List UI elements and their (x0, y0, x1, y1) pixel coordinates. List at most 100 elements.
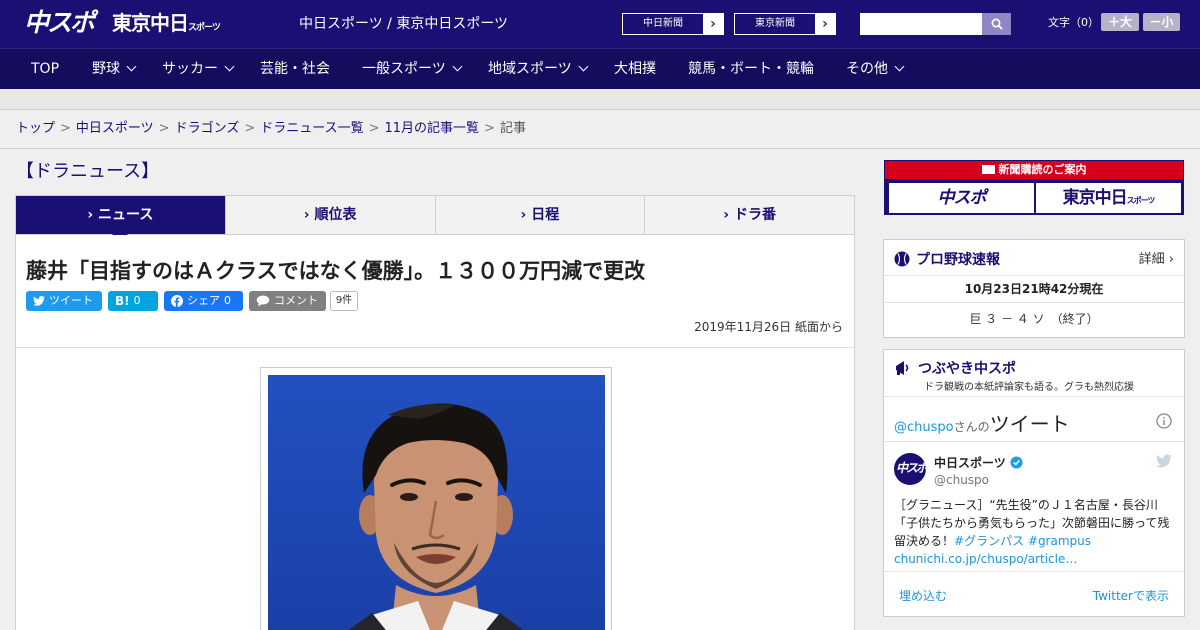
breadcrumb-link-dragons[interactable]: ドラゴンズ (175, 121, 240, 136)
tweet-text: ［グラニュース］“先生役”のＪ１名古屋・長谷川「子供たちから勇気もらった」次節磐… (894, 496, 1176, 568)
breadcrumb-link-november[interactable]: 11月の記事一覧 (385, 121, 480, 136)
subscribe-tokyo-chunichi-button[interactable]: 東京中日スポーツ (1036, 183, 1181, 213)
nav-label: 地域スポーツ (488, 61, 572, 77)
nav-item-soccer[interactable]: サッカー (162, 49, 235, 89)
nav-item-sumo[interactable]: 大相撲 (614, 49, 656, 89)
article-photo-frame (260, 367, 612, 630)
header-strip (0, 89, 1200, 110)
tweet-author-handle[interactable]: @chuspo (934, 473, 989, 487)
article-divider (16, 347, 854, 348)
facebook-share-button[interactable]: シェア 0 (164, 291, 243, 311)
tab-reporter[interactable]: › ドラ番 (645, 196, 854, 234)
twitter-bird-icon (33, 296, 45, 306)
baseball-icon (894, 251, 910, 267)
baseball-scores-title: プロ野球速報 (916, 252, 1000, 268)
tokyo-logo-small: スポーツ (188, 23, 221, 33)
nav-label: 競馬・ボート・競輪 (688, 61, 814, 77)
nav-label: TOP (31, 61, 60, 77)
info-icon[interactable] (1156, 413, 1172, 429)
speech-bubble-icon (256, 295, 270, 307)
article: 藤井「目指すのはＡクラスではなく優勝」。１３００万円減で更改 ツイート B! 0… (15, 235, 855, 630)
breadcrumb-separator: > (484, 121, 495, 136)
verified-badge-icon (1010, 456, 1023, 469)
tab-label: ドラ番 (733, 207, 776, 223)
chevron-right-icon: › (87, 207, 99, 223)
breadcrumb-link-chuspo[interactable]: 中日スポーツ (76, 121, 154, 136)
baseball-timestamp: 10月23日21時42分現在 (964, 282, 1104, 296)
view-on-twitter-link[interactable]: Twitterで表示 (1093, 587, 1169, 604)
twitter-box: つぶやき中スポ ドラ観戦の本紙評論家も語る。グラも熱烈応援 @chuspoさんの… (883, 349, 1185, 617)
facebook-share-label: シェア (187, 294, 220, 307)
chevron-right-icon: › (723, 207, 734, 223)
chevron-down-icon (578, 61, 589, 72)
subscription-title: 新聞購読のご案内 (885, 161, 1183, 179)
breadcrumb: トップ > 中日スポーツ > ドラゴンズ > ドラニュース一覧 >11月の記事一覧 > 記事 (16, 120, 526, 138)
hatena-bookmark-button[interactable]: B! 0 (108, 291, 158, 311)
nav-label: 野球 (92, 61, 120, 77)
breadcrumb-link-top[interactable]: トップ (16, 121, 55, 136)
section-title: 【ドラニュース】 (16, 161, 160, 182)
tweet-author[interactable]: 中日スポーツ (934, 454, 1023, 471)
facebook-share-count: 0 (224, 294, 231, 307)
text-size-down-button[interactable]: －小 (1143, 13, 1180, 31)
chevron-right-icon: › (703, 14, 723, 34)
subscribe-chuspo-button[interactable]: 中スポ (889, 183, 1034, 213)
publish-date: 2019年11月26日 紙面から (694, 320, 843, 334)
portrait-illustration (268, 375, 605, 630)
hatena-icon: B! (115, 294, 130, 308)
comment-label: コメント (274, 294, 318, 307)
chunichi-shimbun-link[interactable]: 中日新聞 › (622, 13, 724, 35)
tokyo-shimbun-link[interactable]: 東京新聞 › (734, 13, 836, 35)
nav-label: 芸能・社会 (260, 61, 330, 77)
breadcrumb-separator: > (368, 121, 380, 136)
tab-standings[interactable]: › 順位表 (226, 196, 436, 234)
twitter-bird-icon[interactable] (1156, 454, 1172, 468)
ext-link-label: 中日新聞 (643, 18, 683, 29)
chuspo-logo[interactable]: 中スポ (24, 8, 95, 38)
text-size-up-button[interactable]: ＋大 (1101, 13, 1139, 31)
twitter-divider (884, 441, 1184, 442)
nav-item-racing[interactable]: 競馬・ボート・競輪 (688, 49, 814, 89)
nav-item-entertainment[interactable]: 芸能・社会 (260, 49, 330, 89)
nav-label: 大相撲 (614, 61, 656, 77)
tweet-hashtags[interactable]: #グランパス #grampus (954, 534, 1091, 548)
nav-item-general-sports[interactable]: 一般スポーツ (362, 49, 463, 89)
twitter-handle-link[interactable]: @chuspo (894, 420, 954, 435)
site-names: 中日スポーツ / 東京中日スポーツ (299, 16, 509, 32)
main-nav: TOP 野球 サッカー 芸能・社会 一般スポーツ 地域スポーツ 大相撲 競馬・ボ… (0, 48, 1200, 89)
nav-item-baseball[interactable]: 野球 (92, 49, 137, 89)
megaphone-icon (896, 361, 909, 375)
chevron-down-icon (224, 61, 235, 72)
baseball-score[interactable]: 巨 ３ － ４ ソ （終了） (884, 310, 1184, 327)
twitter-box-title: つぶやき中スポ (918, 361, 1016, 377)
nav-item-other[interactable]: その他 (846, 49, 905, 89)
breadcrumb-link-news-list[interactable]: ドラニュース一覧 (260, 121, 363, 136)
section-tabs: › ニュース › 順位表 › 日程 › ドラ番 (15, 195, 855, 242)
avatar[interactable]: 中スポ (894, 453, 926, 485)
subscription-banner[interactable]: 新聞購読のご案内 中スポ 東京中日スポーツ (884, 160, 1184, 215)
article-photo[interactable] (268, 375, 605, 630)
search-input[interactable] (860, 13, 982, 35)
search-button[interactable] (982, 13, 1011, 35)
tweet-label: ツイート (49, 294, 93, 307)
baseball-divider (884, 302, 1184, 303)
tweets-label: ツイート (989, 412, 1070, 436)
breadcrumb-separator: > (60, 121, 71, 136)
nav-item-top[interactable]: TOP (31, 49, 59, 89)
tokyo-chunichi-logo[interactable]: 東京中日スポーツ (112, 10, 221, 41)
comment-button[interactable]: コメント (249, 291, 326, 311)
tab-label: 日程 (531, 207, 560, 223)
nav-item-local-sports[interactable]: 地域スポーツ (488, 49, 589, 89)
article-headline: 藤井「目指すのはＡクラスではなく優勝」。１３００万円減で更改 (26, 259, 646, 283)
nav-label: その他 (846, 61, 888, 77)
newspaper-icon (981, 165, 995, 174)
tweet-link[interactable]: chunichi.co.jp/chuspo/article… (894, 552, 1077, 566)
tab-news[interactable]: › ニュース (16, 196, 226, 242)
twitter-box-subtitle: ドラ観戦の本紙評論家も語る。グラも熱烈応援 (924, 382, 1134, 393)
embed-link[interactable]: 埋め込む (899, 587, 947, 604)
twitter-divider (884, 396, 1184, 397)
top-header: 中スポ 東京中日スポーツ 中日スポーツ / 東京中日スポーツ 中日新聞 › 東京… (0, 0, 1200, 48)
tab-schedule[interactable]: › 日程 (436, 196, 646, 234)
baseball-detail-link[interactable]: 詳細 › (1139, 248, 1174, 267)
tweet-button[interactable]: ツイート (26, 291, 102, 311)
